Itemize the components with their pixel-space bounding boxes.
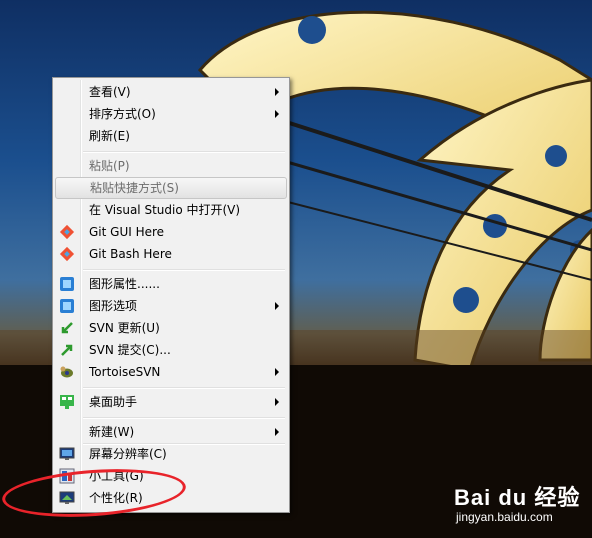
menu-separator bbox=[83, 387, 285, 389]
menu-item-open-in-visual-studio[interactable]: 在 Visual Studio 中打开(V) bbox=[55, 199, 287, 221]
menu-item-label: 桌面助手 bbox=[89, 395, 138, 409]
menu-item-tortoise-svn[interactable]: TortoiseSVN bbox=[55, 361, 287, 383]
menu-separator bbox=[83, 417, 285, 419]
desktop-assistant-icon bbox=[60, 395, 74, 409]
menu-item-new[interactable]: 新建(W) bbox=[55, 421, 287, 443]
menu-item-label: Git GUI Here bbox=[89, 225, 165, 239]
submenu-arrow-icon bbox=[275, 110, 279, 118]
menu-item-label: Git Bash Here bbox=[89, 247, 172, 261]
submenu-arrow-icon bbox=[275, 88, 279, 96]
menu-item-graphics-options[interactable]: 图形选项 bbox=[55, 295, 287, 317]
tortoise-svn-icon bbox=[60, 366, 73, 378]
git-icon bbox=[59, 224, 75, 240]
menu-item-paste[interactable]: 粘贴(P) bbox=[55, 155, 287, 177]
menu-item-screen-resolution[interactable]: 屏幕分辨率(C) bbox=[55, 443, 287, 465]
submenu-arrow-icon bbox=[275, 428, 279, 436]
menu-item-sort-by[interactable]: 排序方式(O) bbox=[55, 103, 287, 125]
menu-item-label: 在 Visual Studio 中打开(V) bbox=[89, 203, 241, 217]
menu-item-label: 粘贴(P) bbox=[89, 159, 130, 173]
menu-item-label: SVN 更新(U) bbox=[89, 321, 160, 335]
intel-graphics-icon bbox=[60, 277, 74, 291]
menu-item-label: 排序方式(O) bbox=[89, 107, 156, 121]
menu-item-label: 屏幕分辨率(C) bbox=[89, 447, 167, 461]
watermark-url: jingyan.baidu.com bbox=[456, 510, 553, 524]
submenu-arrow-icon bbox=[275, 368, 279, 376]
menu-item-label: 新建(W) bbox=[89, 425, 135, 439]
submenu-arrow-icon bbox=[275, 302, 279, 310]
intel-graphics-icon bbox=[60, 299, 74, 313]
menu-item-svn-update[interactable]: SVN 更新(U) bbox=[55, 317, 287, 339]
menu-item-label: 图形选项 bbox=[89, 299, 138, 313]
menu-item-svn-commit[interactable]: SVN 提交(C)... bbox=[55, 339, 287, 361]
menu-item-refresh[interactable]: 刷新(E) bbox=[55, 125, 287, 147]
menu-item-label: SVN 提交(C)... bbox=[89, 343, 171, 357]
git-icon bbox=[59, 246, 75, 262]
menu-item-graphics-properties[interactable]: 图形属性...... bbox=[55, 273, 287, 295]
menu-item-git-gui-here[interactable]: Git GUI Here bbox=[55, 221, 287, 243]
watermark-brand: Bai du 经验 bbox=[454, 485, 581, 510]
menu-item-desktop-assistant[interactable]: 桌面助手 bbox=[55, 391, 287, 413]
menu-item-git-bash-here[interactable]: Git Bash Here bbox=[55, 243, 287, 265]
menu-item-paste-shortcut[interactable]: 粘贴快捷方式(S) bbox=[55, 177, 287, 199]
menu-item-label: 刷新(E) bbox=[89, 129, 130, 143]
context-menu: 查看(V) 排序方式(O) 刷新(E) 粘贴(P) 粘贴快捷方式(S) 在 Vi… bbox=[52, 77, 290, 513]
menu-item-view[interactable]: 查看(V) bbox=[55, 81, 287, 103]
menu-separator bbox=[83, 151, 285, 153]
menu-item-label: 图形属性...... bbox=[89, 277, 160, 291]
svn-update-icon bbox=[61, 322, 73, 334]
svn-commit-icon bbox=[61, 344, 73, 356]
menu-separator bbox=[83, 269, 285, 271]
menu-item-label: TortoiseSVN bbox=[89, 365, 161, 379]
baidu-jingyan-watermark: Bai du 经验 jingyan.baidu.com bbox=[452, 480, 592, 538]
screen-resolution-icon bbox=[59, 447, 75, 460]
menu-item-label: 粘贴快捷方式(S) bbox=[90, 181, 179, 195]
submenu-arrow-icon bbox=[275, 398, 279, 406]
menu-item-label: 查看(V) bbox=[89, 85, 131, 99]
